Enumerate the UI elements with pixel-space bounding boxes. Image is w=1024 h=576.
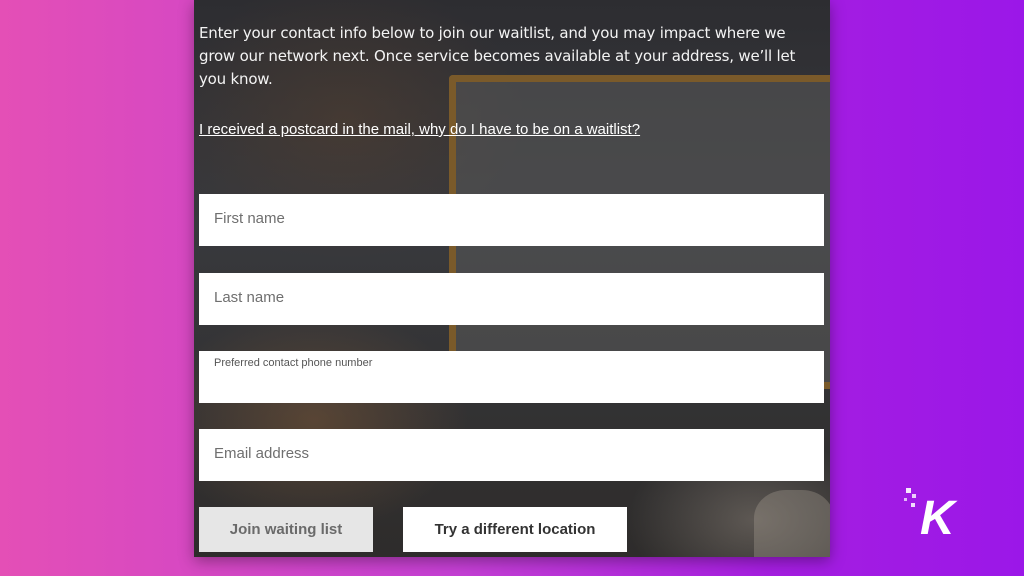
last-name-field[interactable]: Last name — [199, 273, 824, 325]
intro-text: Enter your contact info below to join ou… — [199, 24, 796, 88]
email-field[interactable]: Email address — [199, 429, 824, 481]
phone-label: Preferred contact phone number — [214, 357, 373, 369]
last-name-placeholder: Last name — [214, 289, 285, 306]
join-waiting-list-button[interactable]: Join waiting list — [199, 507, 373, 552]
waitlist-panel: Enter your contact info below to join ou… — [194, 0, 830, 557]
phone-field[interactable]: Preferred contact phone number — [199, 351, 824, 403]
try-different-location-button[interactable]: Try a different location — [403, 507, 627, 552]
background-photo-lamp — [754, 490, 830, 557]
email-placeholder: Email address — [214, 445, 310, 462]
logo-letter: K — [920, 492, 958, 538]
first-name-placeholder: First name — [214, 210, 285, 227]
first-name-field[interactable]: First name — [199, 194, 824, 246]
postcard-waitlist-link[interactable]: I received a postcard in the mail, why d… — [199, 121, 640, 138]
knowtechie-k-logo-icon: K — [904, 488, 958, 538]
